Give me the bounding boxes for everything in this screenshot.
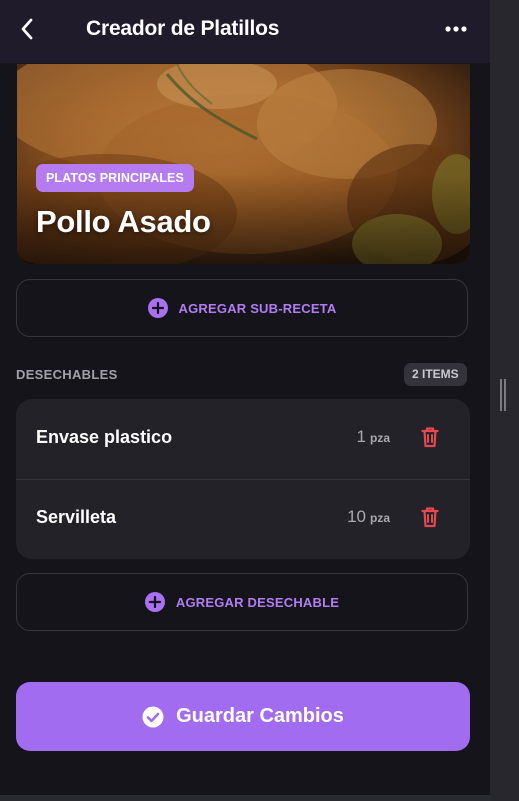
bottom-divider [0, 795, 490, 801]
quantity-unit: pza [369, 431, 390, 445]
dish-name: Pollo Asado [36, 204, 211, 239]
quantity-value: 10 [347, 507, 366, 526]
disposables-section-title: DESECHABLES [16, 367, 118, 382]
add-subrecipe-button[interactable]: AGREGAR SUB-RECETA [16, 279, 468, 337]
list-item: Envase plastico 1 pza [16, 399, 470, 480]
page-title: Creador de Platillos [86, 17, 280, 40]
trash-icon [421, 507, 439, 528]
top-bar: Creador de Platillos [0, 0, 490, 63]
more-options-button[interactable] [438, 14, 474, 44]
save-changes-label: Guardar Cambios [176, 705, 344, 727]
plus-circle-icon [144, 592, 165, 612]
trash-icon [421, 427, 439, 448]
item-quantity: 10 pza [347, 507, 390, 527]
resize-handle[interactable] [500, 379, 506, 411]
item-quantity: 1 pza [357, 427, 390, 447]
back-button[interactable] [12, 14, 42, 44]
item-name: Servilleta [36, 507, 117, 527]
delete-item-button[interactable] [419, 425, 441, 449]
chevron-left-icon [21, 18, 33, 40]
more-horizontal-icon [445, 26, 467, 32]
check-circle-icon [142, 706, 164, 727]
plus-circle-icon [147, 298, 168, 318]
quantity-unit: pza [369, 511, 390, 525]
quantity-value: 1 [356, 427, 366, 446]
add-disposable-label: AGREGAR DESECHABLE [175, 594, 340, 610]
list-item: Servilleta 10 pza [16, 479, 470, 559]
add-subrecipe-label: AGREGAR SUB-RECETA [178, 300, 337, 316]
disposables-count-badge: 2 ITEMS [404, 363, 467, 386]
category-badge: PLATOS PRINCIPALES [36, 164, 194, 192]
add-disposable-button[interactable]: AGREGAR DESECHABLE [16, 573, 468, 631]
item-name: Envase plastico [36, 427, 173, 447]
save-changes-button[interactable]: Guardar Cambios [16, 682, 470, 751]
delete-item-button[interactable] [419, 505, 441, 529]
disposables-list: Envase plastico 1 pza Servilleta 10 pza [16, 399, 470, 559]
app-screen: Creador de Platillos PLATOS PRINCIPALES … [0, 0, 490, 801]
